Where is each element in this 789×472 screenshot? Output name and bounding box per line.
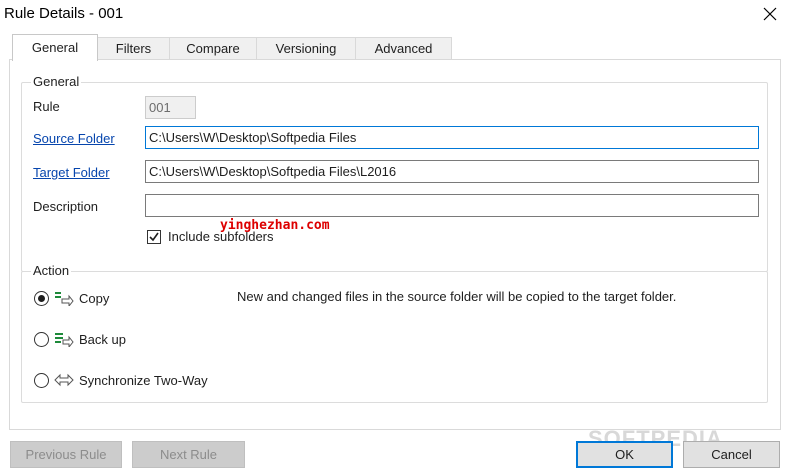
sync-two-way-option-label[interactable]: Synchronize Two-Way	[79, 373, 208, 388]
description-input[interactable]	[145, 194, 759, 217]
target-folder-input[interactable]: C:\Users\W\Desktop\Softpedia Files\L2016	[145, 160, 759, 183]
copy-option-label[interactable]: Copy	[79, 291, 109, 306]
tab-panel-general: General Rule 001 Source Folder C:\Users\…	[9, 59, 781, 430]
tab-general[interactable]: General	[12, 34, 98, 61]
copy-radio[interactable]	[34, 291, 49, 306]
sync-two-way-icon	[54, 373, 74, 387]
backup-radio[interactable]	[34, 332, 49, 347]
next-rule-button[interactable]: Next Rule	[132, 441, 245, 468]
checkmark-icon	[149, 232, 159, 242]
tab-compare[interactable]: Compare	[169, 37, 257, 60]
include-subfolders-checkbox[interactable]	[147, 230, 161, 244]
rule-label: Rule	[33, 99, 60, 114]
tab-versioning[interactable]: Versioning	[256, 37, 356, 60]
backup-icon	[55, 333, 74, 347]
tab-filters[interactable]: Filters	[97, 37, 170, 60]
backup-option-label[interactable]: Back up	[79, 332, 126, 347]
radio-selected-dot	[38, 295, 45, 302]
site-watermark: yinghezhan.com	[220, 218, 330, 233]
action-group-legend: Action	[31, 263, 72, 278]
cancel-button[interactable]: Cancel	[683, 441, 780, 468]
source-folder-input[interactable]: C:\Users\W\Desktop\Softpedia Files	[145, 126, 759, 149]
window-title: Rule Details - 001	[4, 5, 124, 22]
source-folder-link[interactable]: Source Folder	[33, 131, 115, 146]
sync-two-way-radio[interactable]	[34, 373, 49, 388]
general-group-legend: General	[31, 74, 82, 89]
close-icon	[763, 7, 777, 21]
previous-rule-button[interactable]: Previous Rule	[10, 441, 122, 468]
tab-advanced[interactable]: Advanced	[355, 37, 452, 60]
ok-button[interactable]: OK	[576, 441, 673, 468]
copy-arrow-icon	[55, 292, 74, 306]
close-button[interactable]	[760, 4, 780, 24]
target-folder-link[interactable]: Target Folder	[33, 165, 110, 180]
rule-id-field: 001	[145, 96, 196, 119]
description-label: Description	[33, 199, 99, 214]
action-description: New and changed files in the source fold…	[237, 289, 677, 304]
